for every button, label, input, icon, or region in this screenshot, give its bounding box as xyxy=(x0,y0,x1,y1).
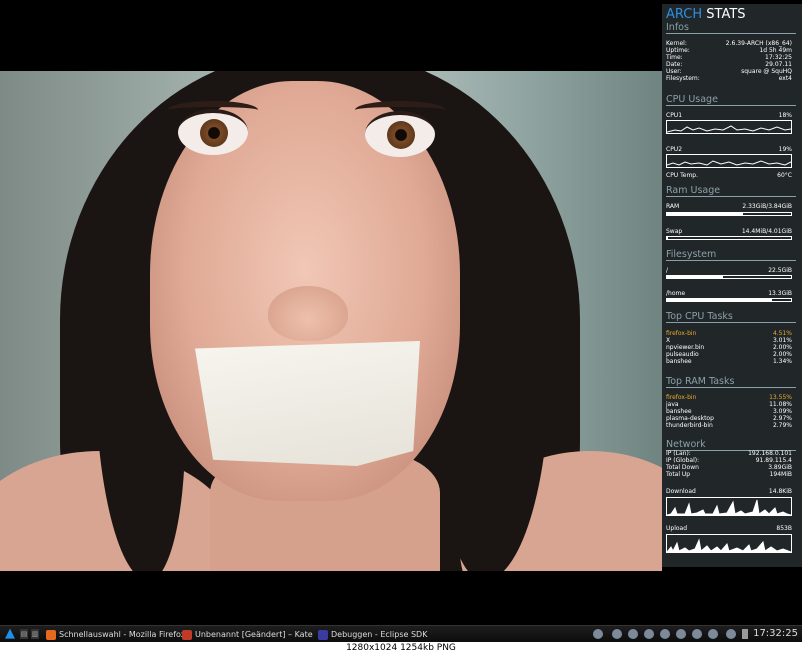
firefox-icon xyxy=(46,629,56,640)
section-top-ram: Top RAM Tasks xyxy=(666,376,796,388)
section-top-cpu: Top CPU Tasks xyxy=(666,311,796,323)
info-tray-icon[interactable] xyxy=(593,629,603,639)
section-filesystem: Filesystem xyxy=(666,249,796,261)
swap-bar xyxy=(666,236,792,240)
info-row: Date: 29.07.11 xyxy=(666,61,792,68)
net-row: IP (Lan): 192.168.0.101 xyxy=(666,450,792,457)
fs-root-row: /22.5GiB xyxy=(666,267,792,274)
update-tray-icon[interactable] xyxy=(660,629,670,639)
pager-button[interactable]: ▥ xyxy=(31,629,39,639)
image-caption: 1280x1024 1254kb PNG xyxy=(0,642,802,655)
top-ram-row: thunderbird-bin 2.79% xyxy=(666,422,792,429)
fs-home-row: /home 13.3GiB xyxy=(666,290,792,297)
top-ram-row: banshee 3.09% xyxy=(666,408,792,415)
ram-bar xyxy=(666,212,792,216)
taskbar: ▲ ▤ ▥ Schnellauswahl - Mozilla Firefox U… xyxy=(0,625,802,643)
info-row: Kernel: 2.6.39-ARCH (x86_64) xyxy=(666,40,792,47)
network-tray-icon[interactable] xyxy=(628,629,638,639)
fs-home-bar-fill xyxy=(667,299,773,301)
top-ram-row: java 11.08% xyxy=(666,401,792,408)
ram-bar-fill xyxy=(667,213,743,215)
task-firefox[interactable]: Schnellauswahl - Mozilla Firefox xyxy=(46,628,185,641)
cpu2-graph xyxy=(666,154,792,168)
cpu2-row: CPU2 19% xyxy=(666,146,792,153)
battery-tray-icon[interactable] xyxy=(692,629,702,639)
volume-tray-icon[interactable] xyxy=(726,629,736,639)
top-ram-row: plasma-desktop 2.97% xyxy=(666,415,792,422)
net-row: Total Down 3.89GiB xyxy=(666,464,792,471)
net-row: Total Up 194MiB xyxy=(666,471,792,478)
task-kate[interactable]: Unbenannt [Geändert] – Kate xyxy=(182,628,313,641)
conky-title: ARCH STATS xyxy=(666,7,746,22)
swap-bar-fill xyxy=(667,237,669,239)
section-ram-usage: Ram Usage xyxy=(666,185,796,197)
info-row: User: square @ SquHQ xyxy=(666,68,792,75)
clock[interactable]: 17:32:25 xyxy=(753,627,798,641)
app-tray-icon[interactable] xyxy=(612,629,622,639)
info-row: Uptime: 1d 5h 49m xyxy=(666,47,792,54)
wallpaper-photo xyxy=(0,71,662,571)
net-row: IP (Global): 91.89.115.4 xyxy=(666,457,792,464)
kate-icon xyxy=(182,629,192,640)
download-row: Download 14.8KiB xyxy=(666,488,792,495)
wifi-tray-icon[interactable] xyxy=(708,629,718,639)
top-cpu-row: pulseaudio 2.00% xyxy=(666,351,792,358)
section-cpu-usage: CPU Usage xyxy=(666,94,796,106)
top-cpu-row: banshee 1.34% xyxy=(666,358,792,365)
desktop: ARCH STATS Infos Kernel: 2.6.39-ARCH (x86… xyxy=(0,0,802,625)
fs-root-bar-fill xyxy=(667,276,723,278)
arch-logo-icon[interactable]: ▲ xyxy=(3,627,17,641)
upload-row: Upload 853B xyxy=(666,525,792,532)
top-ram-row: firefox-bin 13.55% xyxy=(666,394,792,401)
cpu-temp-row: CPU Temp. 60°C xyxy=(666,172,792,179)
tray-expand-icon[interactable] xyxy=(742,629,748,639)
top-cpu-row: X 3.01% xyxy=(666,337,792,344)
fs-root-bar xyxy=(666,275,792,279)
swap-row: Swap 14.4MiB/4.01GiB xyxy=(666,228,792,235)
download-graph xyxy=(666,497,792,516)
conky-stats-panel: ARCH STATS Infos Kernel: 2.6.39-ARCH (x86… xyxy=(662,4,802,567)
cpu1-row: CPU1 18% xyxy=(666,112,792,119)
chat-tray-icon[interactable] xyxy=(644,629,654,639)
dropbox-tray-icon[interactable] xyxy=(676,629,686,639)
info-row: Filesystem: ext4 xyxy=(666,75,792,82)
ram-row: RAM 2.33GiB/3.84GiB xyxy=(666,203,792,210)
eclipse-icon xyxy=(318,629,328,640)
top-cpu-row: firefox-bin 4.51% xyxy=(666,330,792,337)
section-network: Network xyxy=(666,439,796,451)
fs-home-bar xyxy=(666,298,792,302)
desktop-button[interactable]: ▤ xyxy=(20,629,28,639)
info-row: Time: 17:32:25 xyxy=(666,54,792,61)
upload-graph xyxy=(666,534,792,553)
cpu1-graph xyxy=(666,120,792,134)
top-cpu-row: npviewer.bin 2.00% xyxy=(666,344,792,351)
section-infos: Infos xyxy=(666,22,796,34)
task-eclipse[interactable]: Debuggen - Eclipse SDK xyxy=(318,628,427,641)
